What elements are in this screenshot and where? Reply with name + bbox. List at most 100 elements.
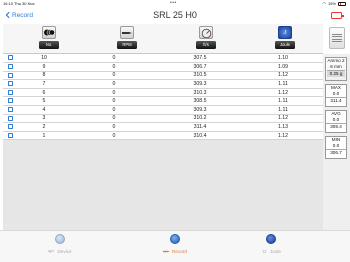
stat-avg-fps: 309.4 — [326, 122, 346, 130]
cell-no: 2 — [17, 122, 71, 132]
row-select-cell[interactable] — [3, 79, 17, 89]
ammo-selector[interactable]: Ammo 2 6 mm 0.25 g — [325, 57, 347, 81]
row-checkbox[interactable] — [7, 124, 13, 130]
low-battery-icon[interactable] — [331, 12, 344, 19]
row-checkbox[interactable] — [7, 98, 13, 104]
bullet-icon — [120, 26, 134, 39]
table-row[interactable]: 8 0 310.5 1.12 — [3, 71, 323, 81]
row-select-cell[interactable] — [3, 114, 17, 124]
status-date: Thu 30 Nov — [14, 1, 35, 6]
status-bar: 16:10 Thu 30 Nov ••• ◠ 15% — [0, 0, 350, 8]
row-checkbox[interactable] — [7, 106, 13, 112]
records-table-area: 10 0 307.5 1.10 9 0 306.7 1.09 8 0 310.5 1.12 7 0 309.… — [3, 54, 323, 230]
cell-rpm: 0 — [71, 62, 157, 72]
cell-fps: 309.3 — [157, 105, 243, 115]
tab-joule-caption: Joule — [261, 249, 281, 254]
cell-fps: 310.5 — [157, 71, 243, 81]
cell-joule: 1.10 — [243, 54, 323, 64]
cell-no: 3 — [17, 114, 71, 124]
status-time: 16:10 Thu 30 Nov — [3, 1, 35, 6]
row-select-cell[interactable] — [3, 131, 17, 141]
table-row[interactable]: 10 0 307.5 1.10 — [3, 54, 323, 64]
meter-small-icon — [262, 250, 267, 253]
table-row[interactable]: 9 0 306.7 1.09 — [3, 62, 323, 72]
shots-icon — [42, 26, 56, 39]
stats-panel: Ammo 2 6 mm 0.25 g MAX 0.0 311.4 AVG 0.0… — [323, 54, 350, 230]
row-checkbox[interactable] — [7, 115, 13, 121]
cell-joule: 1.11 — [243, 105, 323, 115]
menu-line — [332, 38, 342, 40]
cell-fps: 310.2 — [157, 114, 243, 124]
gun-icon — [48, 250, 55, 253]
ammo-weight: 0.25 g — [327, 70, 345, 77]
ammo-size: 6 mm — [330, 63, 342, 69]
stat-max: MAX 0.0 311.4 — [325, 84, 347, 107]
page-title: SRL 25 H0 — [153, 10, 197, 20]
row-checkbox[interactable] — [7, 132, 13, 138]
table-row[interactable]: 1 0 310.4 1.12 — [3, 131, 323, 141]
cell-rpm: 0 — [71, 114, 157, 124]
column-header-joule[interactable]: J Joule — [275, 26, 295, 52]
cell-no: 6 — [17, 88, 71, 98]
cell-no: 7 — [17, 79, 71, 89]
chevron-left-icon — [5, 11, 10, 19]
joule-badge-icon: J — [278, 26, 292, 39]
row-checkbox[interactable] — [7, 89, 13, 95]
row-checkbox[interactable] — [7, 55, 13, 61]
cell-fps: 308.5 — [157, 96, 243, 107]
cell-no: 4 — [17, 105, 71, 115]
cell-rpm: 0 — [71, 122, 157, 132]
row-select-cell[interactable] — [3, 96, 17, 107]
row-checkbox[interactable] — [7, 72, 13, 78]
tab-record[interactable]: Record — [150, 233, 200, 261]
cell-joule: 1.12 — [243, 131, 323, 141]
cell-joule: 1.11 — [243, 96, 323, 107]
stat-avg: AVG 0.0 309.4 — [325, 110, 347, 133]
row-select-cell[interactable] — [3, 54, 17, 64]
tab-joule-label: Joule — [270, 249, 281, 254]
cell-no: 9 — [17, 62, 71, 72]
column-header-fps[interactable]: ft/s — [196, 26, 216, 52]
cell-joule: 1.12 — [243, 114, 323, 124]
menu-button[interactable] — [329, 27, 345, 49]
table-row[interactable]: 7 0 309.3 1.11 — [3, 79, 323, 89]
multitasking-dots[interactable]: ••• — [170, 0, 177, 6]
cell-fps: 310.4 — [157, 131, 243, 141]
cell-rpm: 0 — [71, 105, 157, 115]
column-label-fps: ft/s — [196, 41, 216, 49]
cell-rpm: 0 — [71, 54, 157, 64]
cell-rpm: 0 — [71, 96, 157, 107]
table-row[interactable]: 4 0 309.3 1.11 — [3, 105, 323, 115]
column-header-rpm[interactable]: RPM — [117, 26, 137, 52]
menu-line — [332, 41, 342, 43]
row-select-cell[interactable] — [3, 122, 17, 132]
column-header-no[interactable]: No. — [39, 26, 59, 52]
row-select-cell[interactable] — [3, 105, 17, 115]
column-label-joule: Joule — [275, 41, 295, 49]
table-row[interactable]: 6 0 310.3 1.12 — [3, 88, 323, 98]
back-button[interactable]: Record — [4, 11, 33, 19]
column-label-rpm: RPM — [117, 41, 137, 49]
speedometer-icon — [199, 26, 213, 39]
row-select-cell[interactable] — [3, 88, 17, 98]
row-checkbox[interactable] — [7, 81, 13, 87]
row-select-cell[interactable] — [3, 62, 17, 72]
tab-joule[interactable]: Joule — [246, 233, 296, 261]
ammo-name: Ammo 2 — [327, 58, 345, 63]
table-header: No. RPM ft/s J Joule — [3, 24, 323, 54]
row-checkbox[interactable] — [7, 64, 13, 70]
tab-record-label: Record — [172, 249, 187, 254]
cell-no: 10 — [17, 54, 71, 64]
table-row[interactable]: 5 0 308.5 1.11 — [3, 96, 323, 107]
cell-no: 1 — [17, 131, 71, 141]
wifi-icon: ◠ — [322, 1, 326, 6]
stat-min-fps: 306.7 — [326, 148, 346, 156]
joule-j-glyph: J — [283, 29, 287, 36]
row-select-cell[interactable] — [3, 71, 17, 81]
table-row[interactable]: 3 0 310.2 1.12 — [3, 114, 323, 124]
tab-device[interactable]: Device — [35, 233, 85, 261]
cell-rpm: 0 — [71, 79, 157, 89]
tab-device-caption: Device — [48, 249, 72, 254]
table-row[interactable]: 2 0 311.4 1.13 — [3, 122, 323, 132]
stat-min: MIN 0.0 306.7 — [325, 136, 347, 159]
